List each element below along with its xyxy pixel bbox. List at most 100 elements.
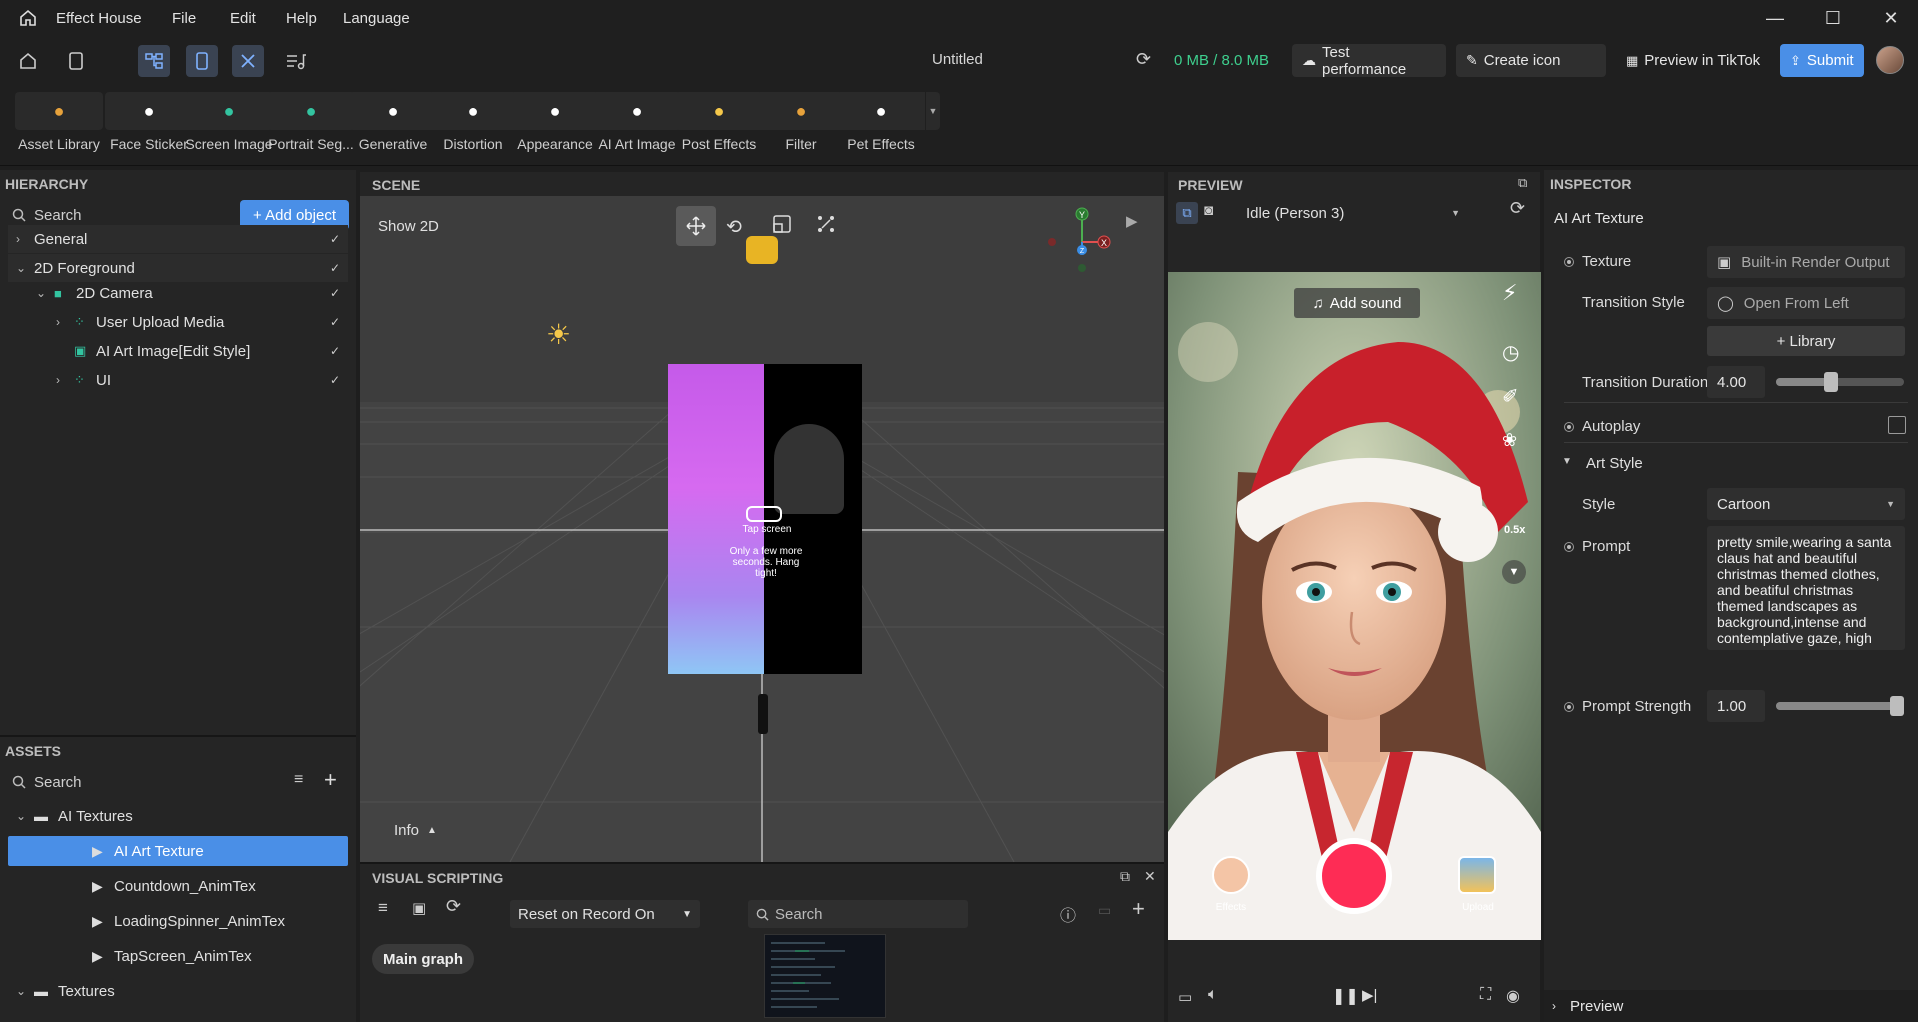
ui-smiley-icon[interactable] <box>746 236 778 264</box>
record-toggle-icon[interactable]: ◉ <box>1506 986 1520 1006</box>
scale-tool-icon[interactable] <box>772 214 792 237</box>
screenshot-camera-icon[interactable]: ◙ <box>1204 202 1213 219</box>
slider-handle[interactable] <box>1824 372 1838 392</box>
maximize-icon[interactable]: ☐ <box>1806 0 1860 36</box>
reset-mode-select[interactable]: Reset on Record On ▼ <box>510 900 700 928</box>
phone-preview-icon[interactable] <box>186 45 218 77</box>
preview-person-select[interactable]: Idle (Person 3) ▼ <box>1246 200 1466 226</box>
asset-item[interactable]: ⌄ ▬ Textures <box>8 976 348 1006</box>
home-icon[interactable] <box>18 8 38 28</box>
reload-graph-icon[interactable]: ⟳ <box>446 896 461 917</box>
prompt-strength-radio[interactable] <box>1564 702 1574 712</box>
add-node-icon[interactable]: + <box>1132 896 1145 922</box>
asset-item[interactable]: ▶ TapScreen_AnimTex <box>8 941 348 971</box>
reload-preview-icon[interactable]: ⟳ <box>1510 198 1525 219</box>
asset-item[interactable]: ▶ AI Art Texture <box>8 836 348 866</box>
audio-list-icon[interactable] <box>280 45 312 77</box>
popout-icon[interactable]: ⧉ <box>1120 868 1130 885</box>
effects-face-icon[interactable] <box>1212 856 1250 894</box>
light-icon[interactable]: ☀ <box>546 318 571 351</box>
filters-icon[interactable]: ❀ <box>1502 430 1517 451</box>
chevron-down-icon[interactable]: ⌄ <box>16 809 34 823</box>
hierarchy-item[interactable]: › General ✓ <box>8 225 348 253</box>
visibility-check-icon[interactable]: ✓ <box>330 261 340 275</box>
prompt-radio[interactable] <box>1564 542 1574 552</box>
add-asset-icon[interactable]: + <box>324 767 337 793</box>
autoplay-checkbox[interactable] <box>1888 416 1906 434</box>
pause-icon[interactable]: ❚❚ <box>1332 986 1359 1006</box>
refresh-icon[interactable]: ⟳ <box>1136 49 1151 70</box>
crop-screen-icon[interactable]: ⛶ <box>1480 986 1491 1004</box>
graph-minimap[interactable] <box>764 934 886 1018</box>
speed-label[interactable]: 0.5x <box>1504 524 1525 536</box>
main-graph-tab[interactable]: Main graph <box>372 944 474 974</box>
home-toolbar-icon[interactable] <box>12 45 44 77</box>
avatar[interactable] <box>1876 46 1904 74</box>
visibility-check-icon[interactable]: ✓ <box>330 286 340 300</box>
prompt-strength-slider[interactable] <box>1776 696 1904 716</box>
menu-file[interactable]: File <box>172 0 196 36</box>
close-window-icon[interactable]: ✕ <box>1864 0 1918 36</box>
hierarchy-search-input[interactable]: Search <box>34 207 82 224</box>
step-forward-icon[interactable]: ▶| <box>1362 986 1377 1004</box>
chevron-down-icon[interactable]: ⌄ <box>16 261 34 275</box>
chevron-down-icon[interactable]: ▼ <box>1562 456 1572 467</box>
menu-edit[interactable]: Edit <box>230 0 256 36</box>
prompt-textarea[interactable]: pretty smile,wearing a santa claus hat a… <box>1707 526 1905 650</box>
chevron-right-icon[interactable]: › <box>56 373 74 387</box>
camera-object[interactable] <box>758 694 768 734</box>
close-panel-icon[interactable]: ✕ <box>1144 868 1156 885</box>
texture-field[interactable]: ▣ Built-in Render Output <box>1707 246 1905 278</box>
hierarchy-item[interactable]: › ⁘ UI ✓ <box>8 366 348 394</box>
slider-handle[interactable] <box>1890 696 1904 716</box>
effect-pet-effects[interactable]: ● ▼ Pet Effects <box>826 90 940 160</box>
assets-search[interactable]: Search <box>12 767 232 797</box>
assets-search-input[interactable]: Search <box>34 774 82 791</box>
hierarchy-item[interactable]: ⌄ ■ 2D Camera ✓ <box>8 279 348 307</box>
texture-radio[interactable] <box>1564 257 1574 267</box>
submit-button[interactable]: ⇪ Submit <box>1780 44 1864 77</box>
visibility-check-icon[interactable]: ✓ <box>330 344 340 358</box>
visibility-check-icon[interactable]: ✓ <box>330 315 340 329</box>
record-button[interactable] <box>1316 838 1392 914</box>
chevron-down-icon[interactable]: ▼ <box>926 92 940 130</box>
scene-viewport[interactable]: Show 2D ⟲ Y X Z ▶ ☀ Tap screen Only a fe… <box>360 172 1164 862</box>
preview-mode-icon[interactable]: ⧉ <box>1176 202 1198 224</box>
popout-icon[interactable]: ⧉ <box>1518 175 1527 191</box>
chevron-right-icon[interactable]: › <box>16 232 34 246</box>
menu-help[interactable]: Help <box>286 0 317 36</box>
chevron-down-icon[interactable]: ⌄ <box>16 984 34 998</box>
flash-icon[interactable]: ⚡ <box>1502 280 1517 306</box>
info-icon[interactable]: ⓘ <box>1060 902 1076 926</box>
magic-wand-icon[interactable]: ✐ <box>1502 384 1519 409</box>
chevron-down-icon[interactable]: ⌄ <box>36 286 54 300</box>
preview-footer-section[interactable]: › Preview <box>1544 990 1918 1022</box>
rect-tool-icon[interactable] <box>816 214 836 237</box>
phone-preview[interactable]: ♫ Add sound ⚡ ◷ ✐ ❀ 0.5x ▼ Effects Uploa… <box>1168 272 1541 940</box>
visibility-check-icon[interactable]: ✓ <box>330 373 340 387</box>
chevron-right-icon[interactable]: › <box>56 315 74 329</box>
autoplay-radio[interactable] <box>1564 422 1574 432</box>
volume-icon[interactable]: 🔈︎ <box>1208 986 1218 1004</box>
info-toggle[interactable]: Info ▲ <box>394 822 437 839</box>
hierarchy-item[interactable]: ⌄ 2D Foreground ✓ <box>8 254 348 282</box>
scene-camera-icon[interactable]: ▶ <box>1126 212 1138 230</box>
axis-gizmo[interactable]: Y X Z <box>1030 192 1130 272</box>
asset-item[interactable]: ▶ LoadingSpinner_AnimTex <box>8 906 348 936</box>
show-2d-toggle[interactable]: Show 2D <box>378 218 439 235</box>
menu-icon[interactable]: ≡ <box>378 898 388 918</box>
asset-item[interactable]: ▶ Countdown_AnimTex <box>8 871 348 901</box>
asset-item[interactable]: ⌄ ▬ AI Textures <box>8 801 348 831</box>
graph-search-input[interactable]: Search <box>748 900 968 928</box>
hierarchy-toggle-icon[interactable] <box>138 45 170 77</box>
filter-sort-icon[interactable]: ≡ <box>294 771 303 789</box>
library-button[interactable]: + Library <box>1707 326 1905 356</box>
preview-in-tiktok-button[interactable]: ▦ Preview in TikTok <box>1626 52 1760 69</box>
tablet-icon[interactable] <box>60 45 92 77</box>
rotate-tool-icon[interactable]: ⟲ <box>726 216 742 239</box>
device-icon[interactable]: ▭ <box>1178 988 1192 1006</box>
transition-duration-slider[interactable] <box>1776 372 1904 392</box>
frame-icon[interactable]: ▣ <box>412 899 426 917</box>
hierarchy-item[interactable]: › ⁘ User Upload Media ✓ <box>8 308 348 336</box>
visibility-check-icon[interactable]: ✓ <box>330 232 340 246</box>
